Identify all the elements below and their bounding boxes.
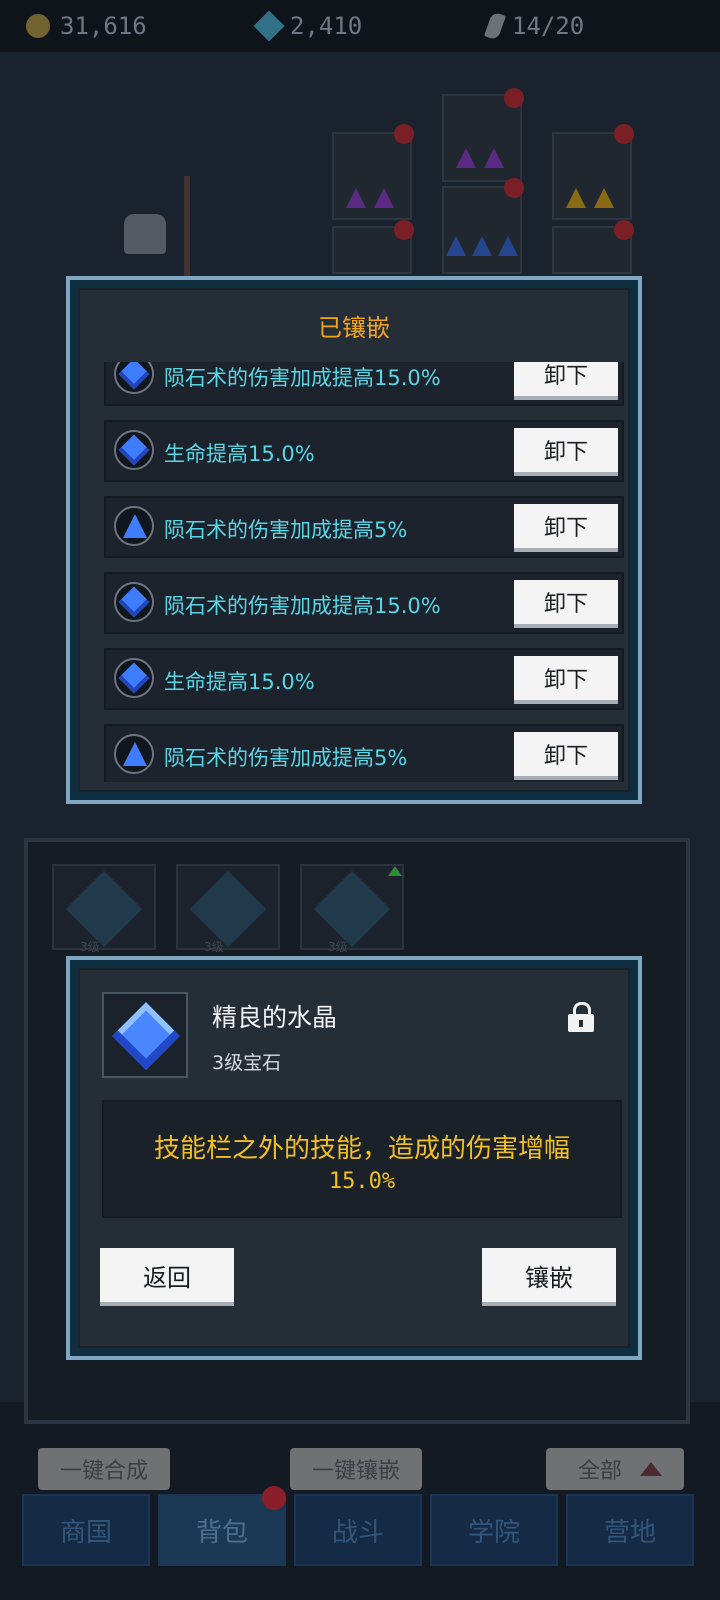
blue-gem-icon: [446, 236, 466, 256]
gem-effect-text: 生命提高15.0%: [164, 670, 315, 694]
gem-effect-text: 陨石术的伤害加成提高5%: [164, 746, 408, 770]
inlaid-gem-row: 生命提高15.0% 卸下: [104, 648, 624, 710]
diamond-gem-icon: [114, 582, 154, 622]
gem-preview: [102, 992, 188, 1078]
filter-label: 全部: [578, 1459, 623, 1484]
gem-name: 精良的水晶: [212, 1003, 338, 1032]
inventory-gem-slot[interactable]: [52, 864, 156, 950]
lock-icon[interactable]: [568, 1002, 594, 1032]
inlaid-gem-row: 生命提高15.0% 卸下: [104, 420, 624, 482]
inlaid-gem-row: 陨石术的伤害加成提高5% 卸下: [104, 724, 624, 782]
inlaid-gems-dialog: 已镶嵌 陨石术的伤害加成提高15.0% 卸下 生命提高15.0% 卸下 陨石术的…: [66, 276, 642, 804]
gem-currency-icon: [253, 10, 285, 42]
chevron-up-icon: [640, 1462, 663, 1476]
inlaid-gem-row: 陨石术的伤害加成提高15.0% 卸下: [104, 362, 624, 406]
upgrade-arrow-icon: [388, 866, 402, 876]
inlay-button[interactable]: 镶嵌: [482, 1248, 616, 1302]
purple-gem-icon: [456, 148, 476, 168]
energy-counter: 14/20: [483, 10, 585, 42]
purple-gem-icon: [484, 148, 504, 168]
unequip-button[interactable]: 卸下: [514, 362, 618, 396]
nav-tab-camp[interactable]: 营地: [566, 1494, 694, 1566]
gem-item-icon: [65, 870, 143, 948]
gem-effect-text: 陨石术的伤害加成提高5%: [164, 518, 408, 542]
description-text: 技能栏之外的技能，造成的伤害增幅: [153, 1134, 570, 1164]
bottom-nav: 商国 背包 战斗 学院 营地: [10, 1484, 710, 1584]
gem-description: 技能栏之外的技能，造成的伤害增幅 15.0%: [102, 1100, 622, 1218]
gold-gem-icon: [566, 188, 586, 208]
purple-gem-icon: [374, 188, 394, 208]
gem-effect-text: 陨石术的伤害加成提高15.0%: [164, 594, 441, 618]
inlaid-gem-row: 陨石术的伤害加成提高5% 卸下: [104, 496, 624, 558]
triangle-gem-icon: [114, 506, 154, 546]
alert-badge: [614, 220, 634, 240]
dialog-body: 已镶嵌 陨石术的伤害加成提高15.0% 卸下 生命提高15.0% 卸下 陨石术的…: [78, 288, 630, 792]
inventory-gem-slot[interactable]: [176, 864, 280, 950]
crystal-gem-icon: [112, 1002, 180, 1070]
unequip-button[interactable]: 卸下: [514, 428, 618, 472]
inventory-level-label: 3级: [328, 940, 348, 954]
dialog-body: 精良的水晶 3级宝石 技能栏之外的技能，造成的伤害增幅 15.0% 返回 镶嵌: [78, 968, 630, 1348]
description-value: 15.0%: [328, 1169, 396, 1194]
staff-sprite: [184, 176, 190, 276]
gem-effect-text: 陨石术的伤害加成提高15.0%: [164, 366, 441, 390]
nav-tab-shop[interactable]: 商国: [22, 1494, 150, 1566]
unequip-button[interactable]: 卸下: [514, 504, 618, 548]
alert-badge: [394, 124, 414, 144]
feather-icon: [483, 11, 507, 41]
unequip-button[interactable]: 卸下: [514, 656, 618, 700]
back-button[interactable]: 返回: [100, 1248, 234, 1302]
gem-detail-dialog: 精良的水晶 3级宝石 技能栏之外的技能，造成的伤害增幅 15.0% 返回 镶嵌: [66, 956, 642, 1360]
triangle-gem-icon: [114, 734, 154, 774]
gold-counter: 31,616: [26, 10, 147, 42]
inventory-level-label: 3级: [80, 940, 100, 954]
gold-gem-icon: [594, 188, 614, 208]
equipment-slot[interactable]: [442, 186, 522, 274]
gem-effect-text: 生命提高15.0%: [164, 442, 315, 466]
diamond-gem-icon: [114, 362, 154, 394]
gold-amount: 31,616: [60, 12, 147, 40]
nav-tab-academy[interactable]: 学院: [430, 1494, 558, 1566]
equipment-slot[interactable]: [552, 132, 632, 220]
unequip-button[interactable]: 卸下: [514, 732, 618, 776]
blue-gem-icon: [498, 236, 518, 256]
diamond-gem-icon: [114, 658, 154, 698]
purple-gem-icon: [346, 188, 366, 208]
gem-level: 3级宝石: [212, 1052, 282, 1074]
gem-item-icon: [313, 870, 391, 948]
dialog-title: 已镶嵌: [318, 314, 390, 342]
nav-alert-badge: [262, 1486, 286, 1510]
alert-badge: [394, 220, 414, 240]
coin-icon: [26, 14, 50, 38]
inventory-gem-slot[interactable]: [300, 864, 404, 950]
alert-badge: [504, 178, 524, 198]
equipment-slot[interactable]: [332, 132, 412, 220]
inlaid-gem-row: 陨石术的伤害加成提高15.0% 卸下: [104, 572, 624, 634]
blue-gem-icon: [472, 236, 492, 256]
gem-amount: 2,410: [290, 12, 363, 40]
nav-tab-battle[interactable]: 战斗: [294, 1494, 422, 1566]
character-sprite: [124, 214, 166, 254]
gem-counter: 2,410: [253, 10, 363, 42]
inlaid-gem-list[interactable]: 陨石术的伤害加成提高15.0% 卸下 生命提高15.0% 卸下 陨石术的伤害加成…: [104, 362, 624, 782]
alert-badge: [504, 88, 524, 108]
inventory-level-label: 3级: [204, 940, 224, 954]
diamond-gem-icon: [114, 430, 154, 470]
alert-badge: [614, 124, 634, 144]
gem-item-icon: [189, 870, 267, 948]
unequip-button[interactable]: 卸下: [514, 580, 618, 624]
energy-amount: 14/20: [512, 12, 585, 40]
